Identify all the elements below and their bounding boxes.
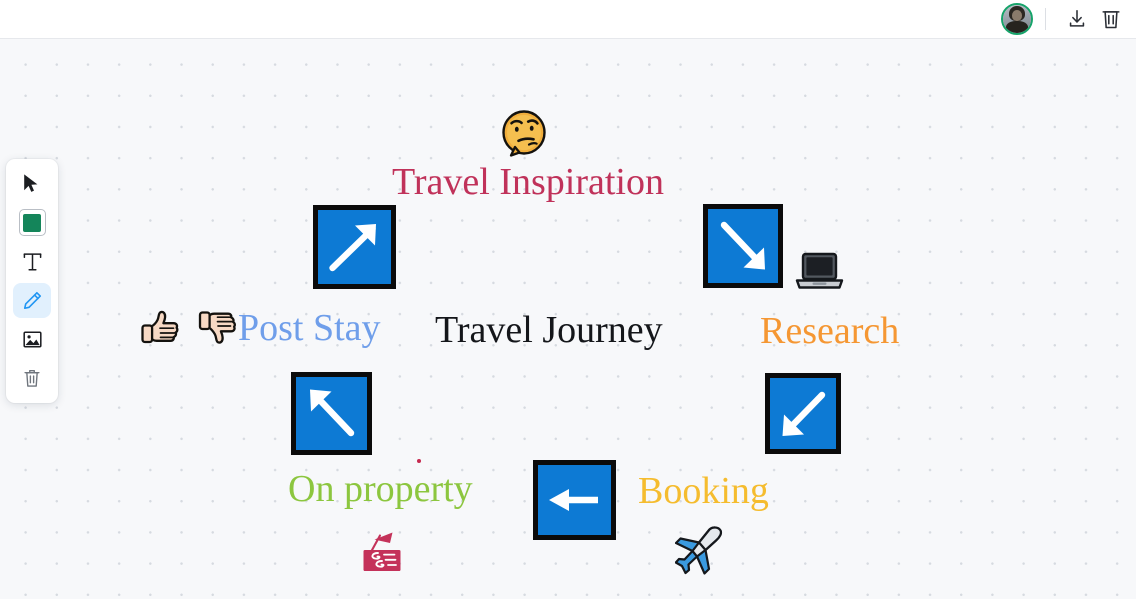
airplane-emoji[interactable] [674, 524, 726, 581]
arrow-up-left-icon [310, 389, 355, 437]
square-shape-icon [18, 209, 46, 236]
tools-palette [6, 159, 58, 403]
text-tool[interactable] [13, 244, 51, 279]
thinking-face-emoji[interactable] [498, 108, 550, 165]
connector-arrow-up-left[interactable] [291, 372, 372, 455]
arrow-down-left-icon [782, 391, 826, 436]
image-tool[interactable] [13, 322, 51, 357]
arrow-up-right-icon [329, 224, 376, 272]
erase-tool[interactable] [13, 361, 51, 396]
thumbs-down-emoji[interactable] [198, 303, 242, 354]
download-button[interactable] [1062, 4, 1092, 34]
shape-tool[interactable] [13, 205, 51, 240]
user-avatar[interactable] [1001, 3, 1033, 35]
connector-arrow-left[interactable] [533, 460, 616, 540]
thumbs-up-emoji[interactable] [138, 307, 182, 356]
laptop-emoji[interactable] [794, 251, 845, 298]
stage-label-booking[interactable]: Booking [638, 472, 769, 510]
drawing-canvas[interactable]: Travel Inspiration Post Stay Travel Jour… [0, 39, 1136, 599]
top-header-bar [0, 0, 1136, 39]
pen-tool[interactable] [13, 283, 51, 318]
download-icon [1069, 9, 1085, 27]
connector-arrow-down-left[interactable] [765, 373, 841, 454]
select-tool[interactable] [13, 166, 51, 201]
text-t-icon [23, 252, 41, 271]
avatar-body [1006, 21, 1028, 33]
beach-umbrella-emoji[interactable] [358, 529, 406, 580]
stage-label-research[interactable]: Research [760, 312, 899, 350]
pencil-icon [23, 291, 41, 310]
arrow-left-icon [549, 489, 598, 511]
stage-label-post-stay[interactable]: Post Stay [238, 309, 381, 347]
delete-button[interactable] [1096, 4, 1126, 34]
shape-color-swatch [23, 213, 41, 232]
header-divider [1045, 8, 1046, 30]
diagram-center-label[interactable]: Travel Journey [435, 311, 663, 349]
whiteboard-app: Travel Inspiration Post Stay Travel Jour… [0, 0, 1136, 599]
cursor-arrow-icon [24, 174, 38, 192]
trash-icon [24, 369, 40, 387]
image-icon [22, 331, 42, 348]
connector-arrow-up-right[interactable] [313, 205, 396, 289]
avatar-face [1012, 10, 1022, 21]
arrow-down-right-icon [720, 221, 765, 270]
connector-arrow-down-right[interactable] [703, 204, 783, 288]
stage-label-on-property[interactable]: On property [288, 470, 473, 508]
header-actions [1001, 3, 1126, 35]
trash-icon [1102, 11, 1120, 29]
red-dot-mark [417, 459, 421, 463]
stage-label-inspiration[interactable]: Travel Inspiration [392, 163, 664, 201]
